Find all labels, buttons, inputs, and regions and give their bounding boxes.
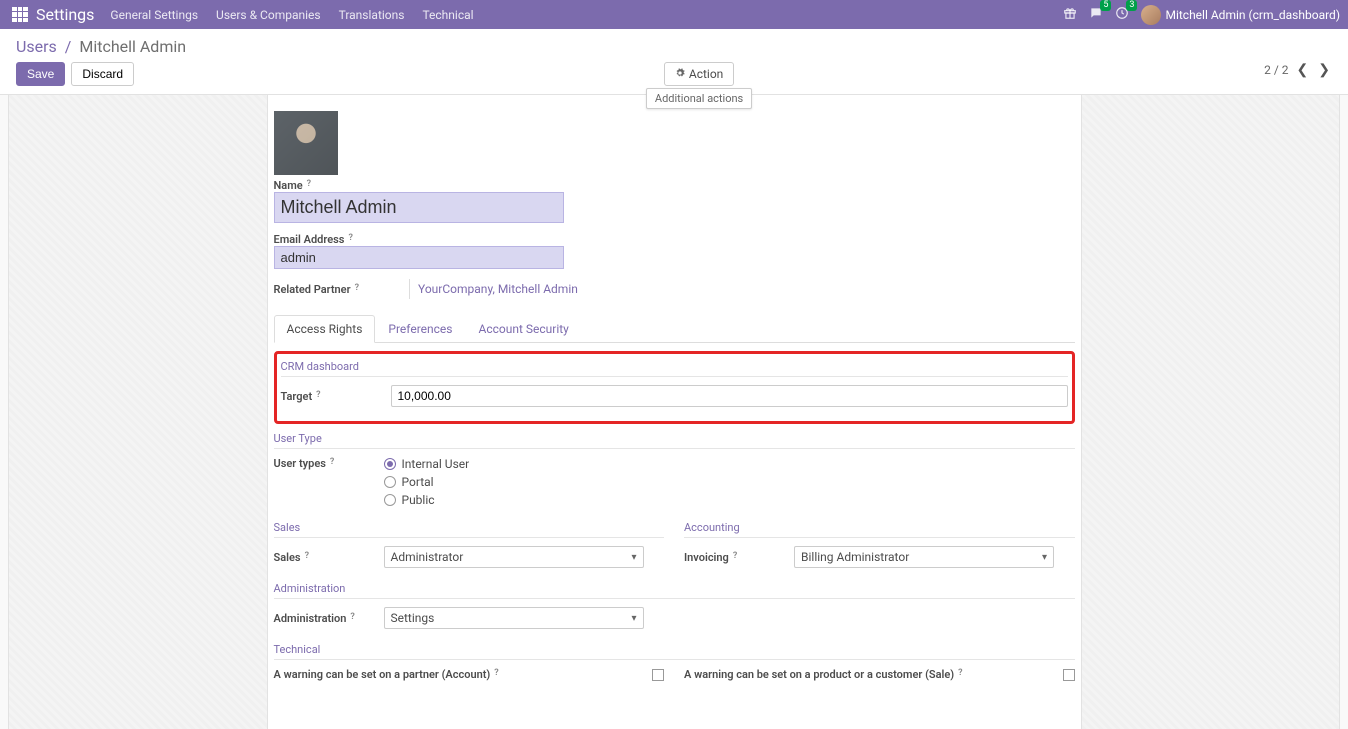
activities-icon[interactable]: 3 <box>1115 6 1129 23</box>
control-panel: Users / Mitchell Admin Save Discard Acti… <box>0 29 1348 95</box>
avatar-icon <box>1141 5 1161 25</box>
app-title[interactable]: Settings <box>36 5 94 24</box>
save-button[interactable]: Save <box>16 62 65 86</box>
name-label: Name <box>274 179 303 192</box>
usertype-radio-group: Internal User Portal Public <box>384 457 470 507</box>
cp-left: Save Discard <box>16 62 134 86</box>
pager-next[interactable]: ❯ <box>1316 62 1332 78</box>
form-sheet: Name? Email Address? Related Partner? Yo… <box>267 95 1082 729</box>
tab-access-rights[interactable]: Access Rights <box>274 315 376 343</box>
warn-product-label: A warning can be set on a product or a c… <box>684 668 954 681</box>
apps-icon[interactable] <box>12 7 28 23</box>
action-button[interactable]: Action <box>664 62 734 86</box>
target-input[interactable] <box>391 385 1068 407</box>
breadcrumb-sep: / <box>65 37 72 56</box>
tabs: Access Rights Preferences Account Securi… <box>274 315 1075 343</box>
section-admin-title: Administration <box>274 582 1075 599</box>
divider <box>409 279 410 299</box>
help-icon[interactable]: ? <box>307 179 311 189</box>
partner-label: Related Partner <box>274 283 351 296</box>
chevron-down-icon: ▾ <box>631 613 636 624</box>
topbar-right: 5 3 Mitchell Admin (crm_dashboard) <box>1063 5 1340 25</box>
warn-product-checkbox[interactable] <box>1063 669 1075 681</box>
content-area: Name? Email Address? Related Partner? Yo… <box>8 95 1340 729</box>
usertypes-label: User types <box>274 457 326 470</box>
help-icon[interactable]: ? <box>316 390 320 403</box>
radio-label: Public <box>402 493 435 507</box>
discard-button[interactable]: Discard <box>71 62 134 86</box>
section-accounting-title: Accounting <box>684 521 1075 538</box>
activities-badge: 3 <box>1126 0 1137 11</box>
help-icon[interactable]: ? <box>330 457 334 470</box>
help-icon[interactable]: ? <box>958 668 962 681</box>
help-icon[interactable]: ? <box>733 551 737 564</box>
section-usertype-title: User Type <box>274 432 1075 449</box>
action-label: Action <box>689 67 723 81</box>
breadcrumb-current: Mitchell Admin <box>79 37 186 56</box>
gift-icon[interactable] <box>1063 6 1077 23</box>
topbar-menu: General Settings Users & Companies Trans… <box>110 8 473 22</box>
invoicing-label: Invoicing <box>684 551 729 564</box>
chevron-down-icon: ▾ <box>1042 552 1047 563</box>
pager-text: 2 / 2 <box>1264 63 1288 77</box>
email-input[interactable] <box>274 246 564 269</box>
help-icon[interactable]: ? <box>355 283 359 293</box>
admin-value: Settings <box>391 611 435 625</box>
breadcrumb: Users / Mitchell Admin <box>16 37 1332 56</box>
sales-value: Administrator <box>391 550 464 564</box>
pager-prev[interactable]: ❮ <box>1295 62 1311 78</box>
help-icon[interactable]: ? <box>350 612 354 625</box>
menu-translations[interactable]: Translations <box>339 8 405 22</box>
tab-content: CRM dashboard Target? User Type User typ… <box>268 343 1081 703</box>
target-label: Target <box>281 390 313 403</box>
pager: 2 / 2 ❮ ❯ <box>1264 62 1332 78</box>
section-technical-title: Technical <box>274 643 1075 660</box>
chevron-down-icon: ▾ <box>631 552 636 563</box>
name-input[interactable] <box>274 192 564 223</box>
cp-center: Action Additional actions <box>134 62 1264 86</box>
radio-label: Portal <box>402 475 434 489</box>
tab-preferences[interactable]: Preferences <box>375 315 465 343</box>
top-navbar: Settings General Settings Users & Compan… <box>0 0 1348 29</box>
user-menu[interactable]: Mitchell Admin (crm_dashboard) <box>1141 5 1340 25</box>
help-icon[interactable]: ? <box>348 233 352 243</box>
warn-partner-label: A warning can be set on a partner (Accou… <box>274 668 491 681</box>
messages-badge: 5 <box>1100 0 1111 11</box>
action-tooltip: Additional actions <box>646 88 752 109</box>
gear-icon <box>675 67 685 81</box>
radio-label: Internal User <box>402 457 470 471</box>
breadcrumb-root[interactable]: Users <box>16 37 57 56</box>
help-icon[interactable]: ? <box>305 551 309 564</box>
user-name: Mitchell Admin (crm_dashboard) <box>1165 8 1340 22</box>
radio-public[interactable] <box>384 494 396 506</box>
admin-select[interactable]: Settings ▾ <box>384 607 644 629</box>
admin-label: Administration <box>274 612 347 625</box>
menu-technical[interactable]: Technical <box>422 8 473 22</box>
help-icon[interactable]: ? <box>494 668 498 681</box>
radio-portal[interactable] <box>384 476 396 488</box>
related-partner-link[interactable]: YourCompany, Mitchell Admin <box>418 282 578 296</box>
crm-dashboard-section: CRM dashboard Target? <box>274 351 1075 424</box>
section-sales-title: Sales <box>274 521 665 538</box>
email-label: Email Address <box>274 233 345 246</box>
invoicing-value: Billing Administrator <box>801 550 909 564</box>
invoicing-select[interactable]: Billing Administrator ▾ <box>794 546 1054 568</box>
tab-account-security[interactable]: Account Security <box>465 315 581 343</box>
sales-label: Sales <box>274 551 301 564</box>
messages-icon[interactable]: 5 <box>1089 6 1103 23</box>
menu-users-companies[interactable]: Users & Companies <box>216 8 321 22</box>
sales-select[interactable]: Administrator ▾ <box>384 546 644 568</box>
warn-partner-checkbox[interactable] <box>652 669 664 681</box>
user-avatar[interactable] <box>274 111 338 175</box>
section-crm-title: CRM dashboard <box>281 360 1068 377</box>
menu-general-settings[interactable]: General Settings <box>110 8 198 22</box>
radio-internal-user[interactable] <box>384 458 396 470</box>
